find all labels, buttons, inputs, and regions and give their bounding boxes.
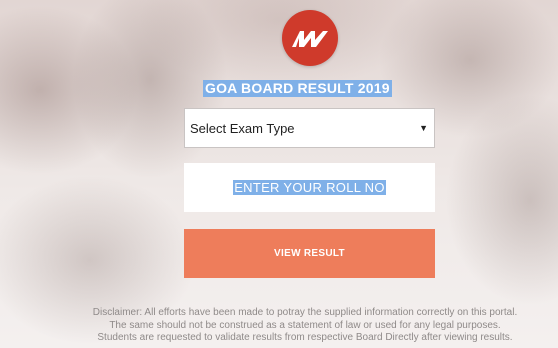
exam-type-select[interactable]: Select Exam Type ▼ <box>184 108 435 148</box>
page-title: GOA BOARD RESULT 2019 <box>203 80 392 97</box>
mw-logo-icon[interactable] <box>282 10 338 66</box>
exam-type-selected-value: Select Exam Type <box>190 120 295 136</box>
logo-mark <box>292 31 328 47</box>
disclaimer-line: Students are requested to validate resul… <box>97 332 513 343</box>
roll-no-input[interactable]: ENTER YOUR ROLL NO <box>184 163 435 212</box>
disclaimer: Disclaimer: All efforts have been made t… <box>60 307 550 345</box>
chevron-down-icon: ▼ <box>419 123 428 133</box>
view-result-button[interactable]: VIEW RESULT <box>184 229 435 278</box>
disclaimer-line: The same should not be construed as a st… <box>109 319 501 331</box>
roll-no-placeholder: ENTER YOUR ROLL NO <box>233 180 386 195</box>
disclaimer-line: Disclaimer: All efforts have been made t… <box>92 307 518 318</box>
